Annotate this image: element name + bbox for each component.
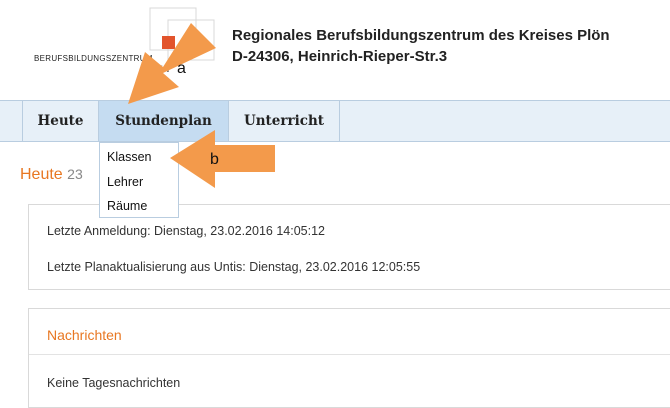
annotation-label-a: a <box>177 60 186 77</box>
last-login-text: Letzte Anmeldung: Dienstag, 23.02.2016 1… <box>47 224 325 238</box>
news-header: Nachrichten <box>47 327 122 343</box>
school-address: D-24306, Heinrich-Rieper-Str.3 <box>232 48 448 65</box>
news-panel-header: Nachrichten <box>29 309 670 355</box>
news-panel: Nachrichten Keine Tagesnachrichten <box>28 308 670 408</box>
main-navigation: Heute Stundenplan Unterricht <box>0 100 670 142</box>
tab-unterricht[interactable]: Unterricht <box>229 101 340 141</box>
school-name: Regionales Berufsbildungszentrum des Kre… <box>232 27 610 44</box>
logo-text: Berufsbildungszentrum <box>34 54 153 63</box>
annotation-label-b: b <box>210 151 219 168</box>
menu-item-raeume[interactable]: Räume <box>107 199 147 213</box>
last-update-text: Letzte Planaktualisierung aus Untis: Die… <box>47 260 421 274</box>
page-title-date: 23 <box>67 166 83 182</box>
page-title: Heute 23 <box>20 166 83 184</box>
tab-stundenplan[interactable]: Stundenplan <box>99 101 229 141</box>
menu-item-klassen[interactable]: Klassen <box>107 150 151 164</box>
page-title-label: Heute <box>20 166 63 183</box>
stundenplan-dropdown-menu: Klassen Lehrer Räume <box>99 142 179 218</box>
logo-subtext: Plön <box>150 67 170 74</box>
tab-heute[interactable]: Heute <box>23 101 99 141</box>
site-header: Berufsbildungszentrum Plön Regionales Be… <box>0 0 670 100</box>
news-text: Keine Tagesnachrichten <box>47 376 181 390</box>
menu-item-lehrer[interactable]: Lehrer <box>107 175 143 189</box>
